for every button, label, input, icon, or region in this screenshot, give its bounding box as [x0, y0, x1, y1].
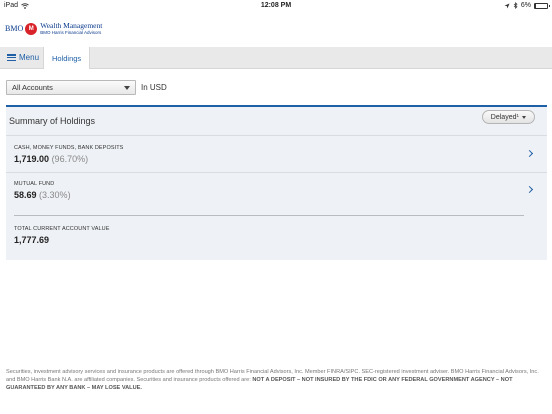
- holding-percent: (96.70%): [51, 154, 89, 164]
- holding-label: CASH, MONEY FUNDS, BANK DEPOSITS: [14, 145, 124, 151]
- holding-label: MUTUAL FUND: [14, 181, 55, 187]
- menu-button[interactable]: Menu: [7, 53, 39, 62]
- holding-row-mutual-fund[interactable]: MUTUAL FUND 58.69 (3.30%): [6, 173, 547, 209]
- holding-value: 1,719.00 (96.70%): [14, 154, 88, 164]
- status-bar: iPad 12:08 PM 6%: [0, 0, 552, 12]
- battery-fill: [535, 3, 536, 8]
- account-select[interactable]: All Accounts: [6, 80, 136, 95]
- status-time: 12:08 PM: [260, 2, 292, 9]
- brand-subname: BMO Harris Financial Advisors: [40, 29, 102, 35]
- location-icon: [504, 3, 510, 8]
- holding-row-cash[interactable]: CASH, MONEY FUNDS, BANK DEPOSITS 1,719.0…: [6, 136, 547, 172]
- battery-percent: 6%: [520, 2, 531, 9]
- disclosure-footer: Securities, investment advisory services…: [6, 368, 544, 392]
- chevron-right-icon: [525, 185, 534, 194]
- total-value: 1,777.69: [14, 235, 50, 245]
- brand-logo: BMO M Wealth Management BMO Harris Finan…: [5, 22, 102, 35]
- currency-label: In USD: [141, 83, 167, 92]
- summary-title: Summary of Holdings: [9, 116, 96, 126]
- bmo-roundel-icon: M: [25, 22, 38, 35]
- total-label: TOTAL CURRENT ACCOUNT VALUE: [14, 226, 110, 232]
- tab-holdings[interactable]: Holdings: [43, 47, 91, 69]
- chevron-right-icon: [525, 149, 534, 158]
- holding-value: 58.69 (3.30%): [14, 190, 71, 200]
- delayed-footnote-mark: 1: [516, 112, 519, 118]
- status-right: 6%: [504, 2, 550, 9]
- holding-amount: 1,719.00: [14, 154, 50, 164]
- delayed-button[interactable]: Delayed 1: [481, 110, 535, 124]
- account-select-value: All Accounts: [12, 83, 53, 92]
- brand-text: Wealth Management BMO Harris Financial A…: [40, 22, 102, 35]
- summary-panel: Summary of Holdings Delayed 1 CASH, MONEY…: [6, 105, 547, 260]
- total-divider: [14, 215, 524, 216]
- caret-down-icon: [124, 86, 130, 90]
- menu-label: Menu: [19, 53, 40, 62]
- caret-down-icon: [522, 115, 526, 119]
- navbar: Menu Holdings: [0, 47, 552, 69]
- delayed-label: Delayed: [490, 113, 517, 121]
- brand-bmo: BMO: [5, 24, 24, 33]
- holding-amount: 58.69: [14, 190, 37, 200]
- hamburger-icon: [7, 54, 16, 61]
- bluetooth-icon: [513, 2, 518, 9]
- brand-name: Wealth Management: [40, 21, 103, 30]
- holding-percent: (3.30%): [39, 190, 71, 200]
- battery-icon: [534, 2, 550, 9]
